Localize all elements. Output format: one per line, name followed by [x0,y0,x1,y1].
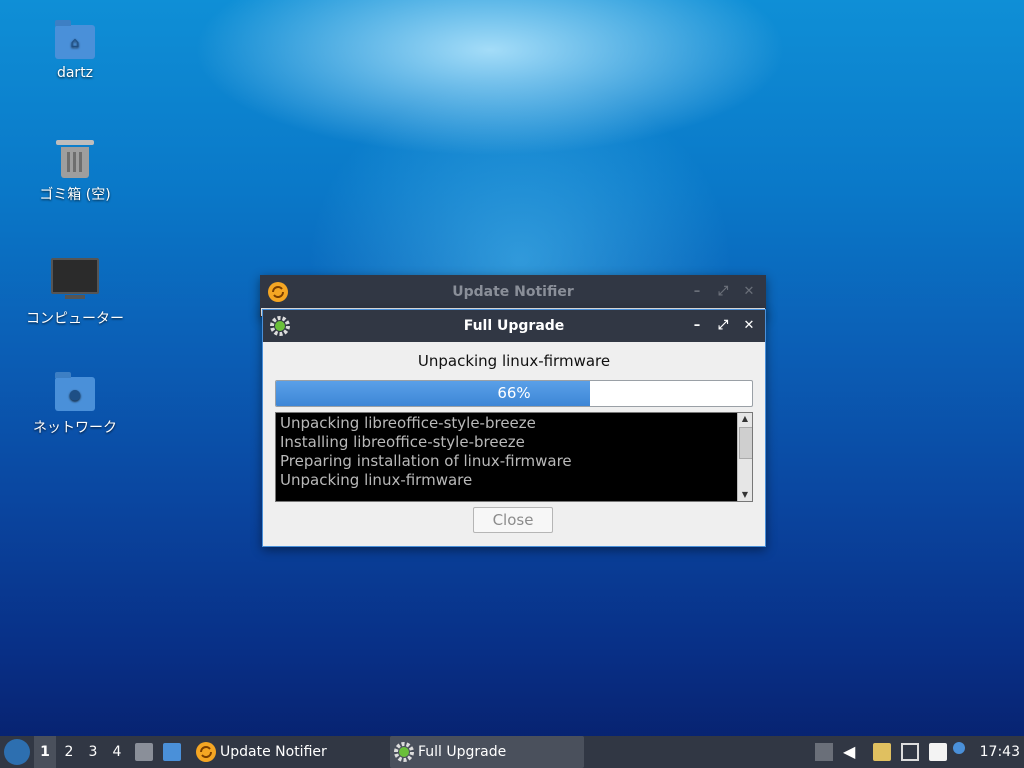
status-label: Unpacking linux-firmware [417,352,611,370]
workspace-2[interactable]: 2 [58,736,80,768]
log-output[interactable]: Unpacking libreoffice-style-breeze Insta… [275,412,753,502]
maximize-button[interactable]: ⤢ [715,276,731,308]
desktop-icon-home[interactable]: ⌂ dartz [15,20,135,81]
network-icon[interactable] [901,743,919,761]
task-label: Update Notifier [220,744,327,760]
desktop-icon-label: ゴミ箱 (空) [39,187,111,203]
window-title: Full Upgrade [463,318,565,334]
scroll-up-icon[interactable]: ▲ [738,413,752,425]
task-update-notifier[interactable]: Update Notifier [192,736,410,768]
full-upgrade-titlebar[interactable]: Full Upgrade – ⤢ ✕ [263,310,765,342]
update-notifier-titlebar[interactable]: Update Notifier – ⤢ ✕ [261,276,765,308]
gear-icon [394,742,414,762]
window-title: Update Notifier [452,284,574,300]
scroll-down-icon[interactable]: ▼ [738,489,752,501]
close-window-button[interactable]: ✕ [741,276,757,308]
progress-bar: 66% [275,380,753,407]
progress-percent: 66% [497,384,531,402]
desktop-icon-computer[interactable]: コンピューター [15,258,135,328]
log-scrollbar[interactable]: ▲ ▼ [737,413,752,501]
minimize-button[interactable]: – [689,310,705,342]
log-line: Preparing installation of linux-firmware [280,452,572,470]
log-line: Unpacking linux-firmware [280,471,473,489]
network-folder-icon: ● [55,372,95,411]
trash-icon [56,140,94,178]
task-full-upgrade[interactable]: Full Upgrade [390,736,584,768]
eject-icon[interactable] [815,743,833,761]
file-manager-icon[interactable] [135,743,153,761]
update-alert-icon[interactable] [953,742,965,754]
taskbar: 1 2 3 4 Update Notifier Full Upgrade ◀ 1… [0,736,1024,768]
workspace-3[interactable]: 3 [82,736,104,768]
clock: 17:43 [979,744,1020,760]
desktop-icon-label: ネットワーク [33,420,117,436]
close-button[interactable]: Close [473,507,553,533]
computer-icon [51,258,99,299]
update-notifier-icon [196,742,216,762]
update-notifier-icon [268,282,288,302]
full-upgrade-window: Full Upgrade – ⤢ ✕ Unpacking linux-firmw… [262,309,766,547]
desktop-icon-label: dartz [56,65,94,81]
scroll-thumb[interactable] [739,427,752,459]
home-folder-icon: ⌂ [55,20,95,59]
clipboard-icon[interactable] [873,743,891,761]
log-line: Installing libreoffice-style-breeze [280,433,525,451]
start-menu-icon[interactable] [4,739,30,765]
desktop-icon-network[interactable]: ● ネットワーク [15,372,135,437]
minimize-button[interactable]: – [689,276,705,308]
desktop-icon[interactable] [163,743,181,761]
gear-icon [270,316,290,336]
desktop-icon-label: コンピューター [26,311,124,327]
close-window-button[interactable]: ✕ [741,310,757,342]
workspace-4[interactable]: 4 [106,736,128,768]
notes-icon[interactable] [929,743,947,761]
workspace-1[interactable]: 1 [34,736,56,768]
volume-icon[interactable]: ◀ [843,743,861,761]
desktop-icon-trash[interactable]: ゴミ箱 (空) [15,140,135,204]
task-label: Full Upgrade [418,744,507,760]
maximize-button[interactable]: ⤢ [715,310,731,342]
log-line: Unpacking libreoffice-style-breeze [280,414,536,432]
